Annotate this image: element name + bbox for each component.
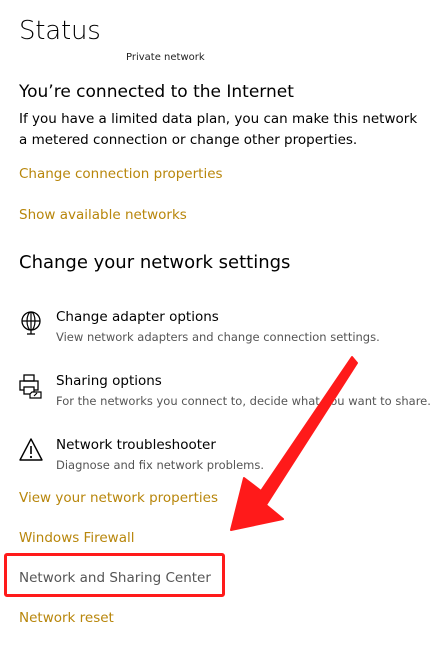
warning-triangle-icon: [19, 438, 43, 461]
connection-status-description: If you have a limited data plan, you can…: [19, 111, 418, 148]
globe-network-icon: [21, 311, 41, 335]
network-reset-link[interactable]: Network reset: [19, 610, 114, 626]
change-adapter-options-title[interactable]: Change adapter options: [56, 309, 219, 325]
sharing-printer-icon: [19, 374, 42, 399]
page-title: Status: [19, 16, 101, 46]
show-available-networks-link[interactable]: Show available networks: [19, 207, 187, 223]
annotation-highlight-box: [4, 553, 225, 597]
network-name-label: Private network: [126, 52, 205, 63]
sharing-options-title[interactable]: Sharing options: [56, 373, 162, 389]
windows-firewall-link[interactable]: Windows Firewall: [19, 530, 134, 546]
network-troubleshooter-desc: Diagnose and fix network problems.: [56, 458, 265, 472]
network-troubleshooter-title[interactable]: Network troubleshooter: [56, 437, 216, 453]
view-network-properties-link[interactable]: View your network properties: [19, 490, 218, 506]
sharing-options-desc: For the networks you connect to, decide …: [56, 394, 431, 408]
change-adapter-options-desc: View network adapters and change connect…: [56, 330, 380, 344]
change-network-settings-heading: Change your network settings: [19, 252, 291, 273]
connection-status-heading: You’re connected to the Internet: [19, 82, 294, 102]
change-connection-properties-link[interactable]: Change connection properties: [19, 166, 223, 182]
